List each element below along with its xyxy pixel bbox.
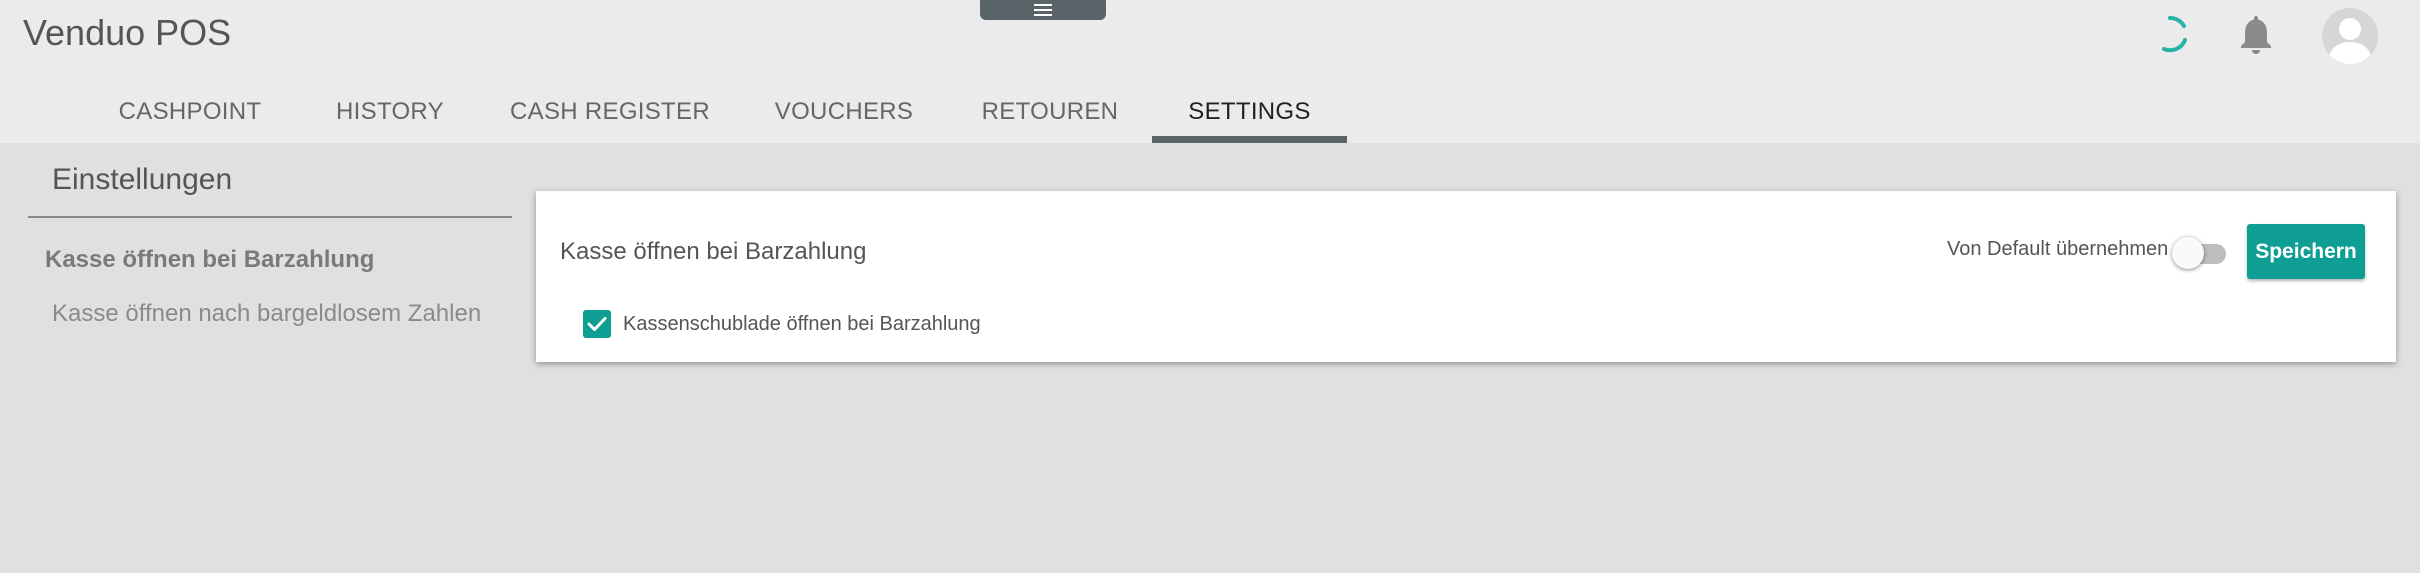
menu-icon bbox=[1034, 4, 1052, 16]
menu-handle[interactable] bbox=[980, 0, 1106, 20]
check-icon bbox=[587, 317, 607, 331]
bell-icon[interactable] bbox=[2236, 12, 2276, 56]
sidebar-item-cash-payment[interactable]: Kasse öffnen bei Barzahlung bbox=[45, 246, 374, 274]
default-toggle[interactable] bbox=[2172, 235, 2228, 271]
toggle-knob bbox=[2172, 237, 2204, 269]
main-tabs: CASHPOINT HISTORY CASH REGISTER VOUCHERS… bbox=[0, 80, 2420, 143]
app-title: Venduo POS bbox=[23, 12, 232, 53]
tab-retouren[interactable]: RETOUREN bbox=[978, 80, 1122, 143]
tab-cashpoint[interactable]: CASHPOINT bbox=[110, 80, 270, 143]
card-title: Kasse öffnen bei Barzahlung bbox=[560, 238, 867, 265]
default-toggle-label: Von Default übernehmen bbox=[1947, 238, 2169, 260]
active-tab-indicator bbox=[1152, 136, 1347, 143]
user-silhouette-icon bbox=[2328, 18, 2372, 64]
sidebar-item-cashless-payment[interactable]: Kasse öffnen nach bargeldlosem Zahlen bbox=[52, 300, 481, 328]
sidebar-title: Einstellungen bbox=[52, 163, 233, 196]
drawer-checkbox[interactable] bbox=[583, 310, 611, 338]
drawer-checkbox-label: Kassenschublade öffnen bei Barzahlung bbox=[623, 313, 981, 335]
user-avatar-icon[interactable] bbox=[2322, 8, 2378, 64]
sidebar-divider bbox=[28, 216, 512, 218]
save-button[interactable]: Speichern bbox=[2247, 224, 2365, 279]
tab-settings[interactable]: SETTINGS bbox=[1152, 80, 1347, 143]
tab-vouchers[interactable]: VOUCHERS bbox=[770, 80, 918, 143]
loading-spinner-icon bbox=[2162, 15, 2187, 53]
app-header: Venduo POS CASHPOINT HISTORY CASH REGIST… bbox=[0, 0, 2420, 143]
settings-card: Kasse öffnen bei Barzahlung Von Default … bbox=[536, 191, 2396, 362]
tab-history[interactable]: HISTORY bbox=[325, 80, 455, 143]
tab-cash-register[interactable]: CASH REGISTER bbox=[510, 80, 710, 143]
